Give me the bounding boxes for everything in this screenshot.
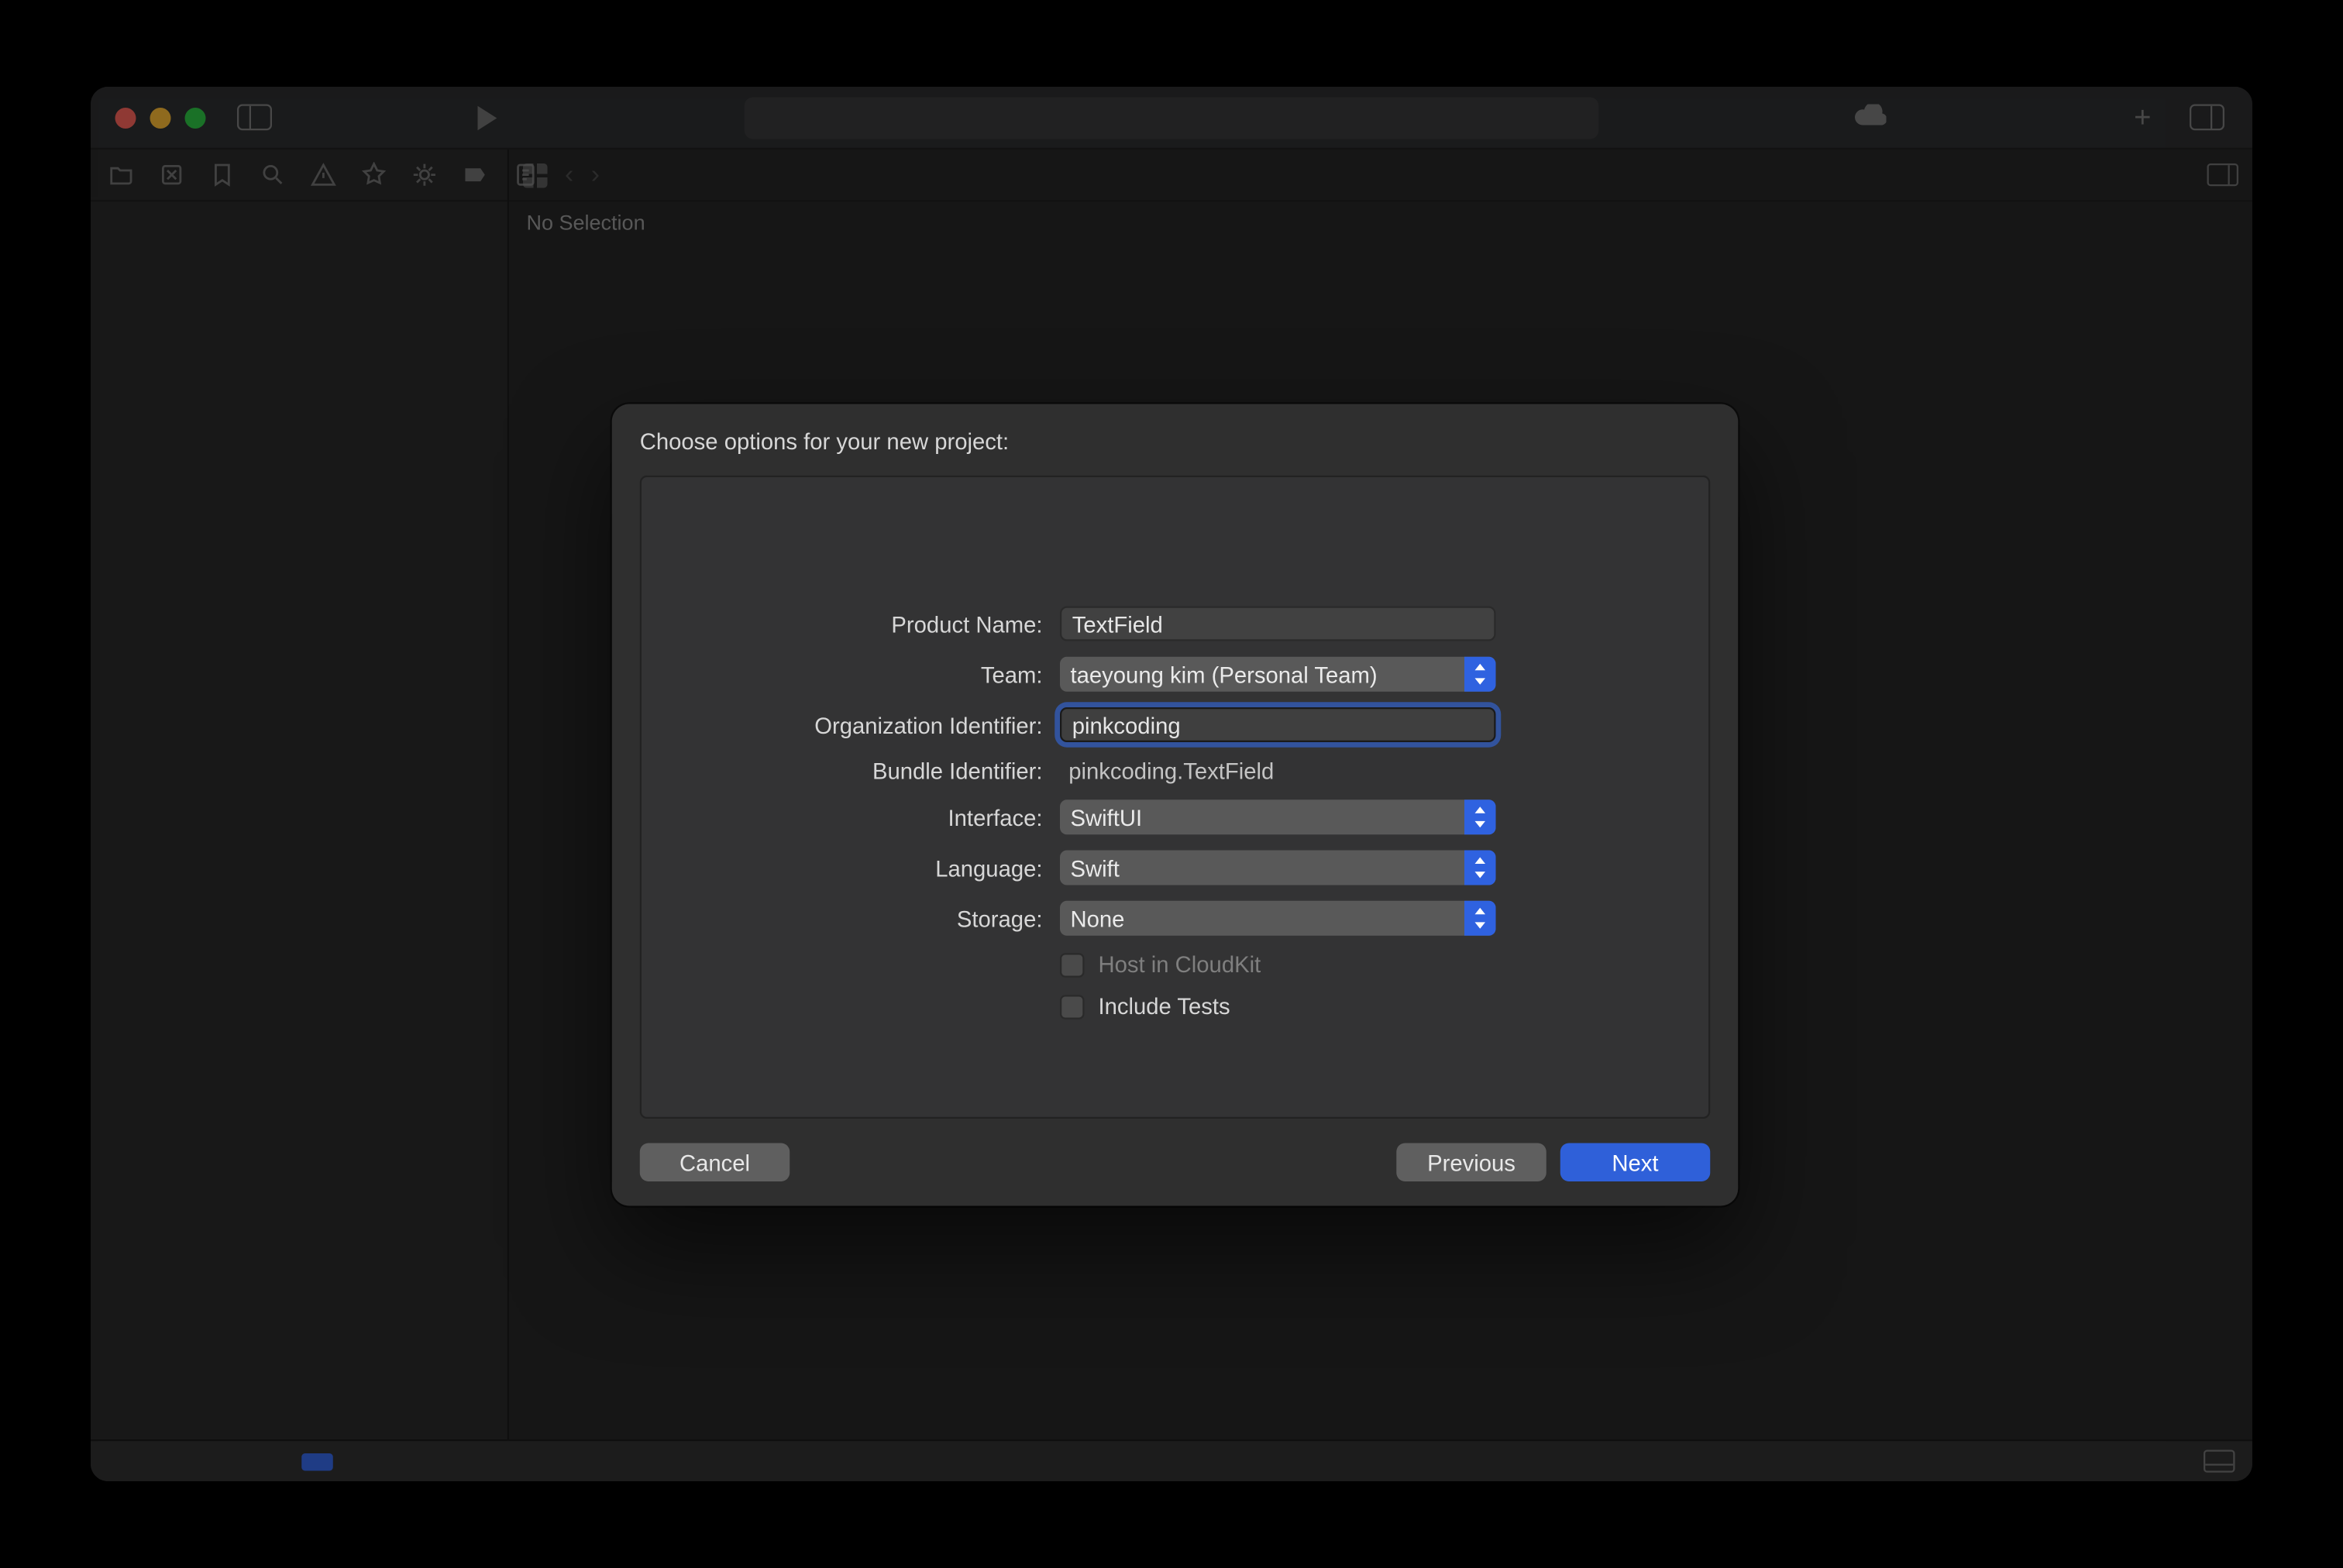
chevron-up-down-icon xyxy=(1464,657,1496,692)
cloudkit-checkbox xyxy=(1060,952,1085,977)
library-add-icon[interactable]: + xyxy=(2134,100,2151,135)
product-name-input[interactable]: TextField xyxy=(1060,607,1496,641)
new-project-options-sheet: Choose options for your new project: Pro… xyxy=(612,404,1739,1206)
team-select[interactable]: taeyoung kim (Personal Team) xyxy=(1060,657,1496,692)
bookmark-navigator-icon[interactable] xyxy=(209,162,236,188)
chevron-up-down-icon xyxy=(1464,799,1496,834)
product-name-value: TextField xyxy=(1072,610,1163,637)
close-icon[interactable] xyxy=(115,107,136,128)
next-button[interactable]: Next xyxy=(1560,1143,1711,1182)
sheet-form-area: Product Name: TextField Team: taeyoung k… xyxy=(640,476,1711,1119)
issue-navigator-icon[interactable] xyxy=(311,162,337,188)
team-label: Team: xyxy=(642,661,1043,687)
language-select[interactable]: Swift xyxy=(1060,851,1496,885)
jump-bar: ‹ › xyxy=(509,150,2252,202)
org-id-input[interactable]: pinkcoding xyxy=(1060,707,1496,742)
include-tests-checkbox-row[interactable]: Include Tests xyxy=(1060,993,1496,1020)
storage-select[interactable]: None xyxy=(1060,901,1496,936)
project-navigator-icon[interactable] xyxy=(108,162,135,188)
selection-bar: No Selection xyxy=(509,202,2252,244)
team-value: taeyoung kim (Personal Team) xyxy=(1071,661,1378,687)
interface-select[interactable]: SwiftUI xyxy=(1060,799,1496,834)
status-bar xyxy=(91,1439,2252,1481)
storage-label: Storage: xyxy=(642,905,1043,931)
breakpoint-navigator-icon[interactable] xyxy=(462,162,488,188)
cloudkit-label: Host in CloudKit xyxy=(1099,951,1261,978)
chevron-up-down-icon xyxy=(1464,901,1496,936)
include-tests-checkbox[interactable] xyxy=(1060,994,1085,1019)
bundle-id-label: Bundle Identifier: xyxy=(642,758,1043,784)
interface-label: Interface: xyxy=(642,804,1043,830)
chevron-up-down-icon xyxy=(1464,851,1496,885)
related-items-icon[interactable] xyxy=(523,163,548,187)
org-id-value: pinkcoding xyxy=(1072,712,1181,738)
go-forward-icon[interactable]: › xyxy=(591,160,600,190)
org-id-label: Organization Identifier: xyxy=(642,712,1043,738)
bundle-id-value: pinkcoding.TextField xyxy=(1060,758,1496,784)
filter-bar[interactable] xyxy=(108,1453,527,1470)
filter-icon xyxy=(301,1453,333,1470)
minimize-icon[interactable] xyxy=(150,107,171,128)
sheet-footer: Cancel Previous Next xyxy=(640,1119,1711,1181)
toggle-inspectors-icon[interactable] xyxy=(2190,105,2224,131)
include-tests-label: Include Tests xyxy=(1099,993,1230,1020)
no-selection-label: No Selection xyxy=(527,211,645,236)
navigator-tabs xyxy=(91,150,507,202)
activity-status-bar[interactable] xyxy=(745,96,1599,138)
language-label: Language: xyxy=(642,854,1043,881)
language-value: Swift xyxy=(1071,854,1120,881)
cloud-status-icon xyxy=(1855,102,1887,132)
cancel-button[interactable]: Cancel xyxy=(640,1143,790,1182)
source-control-navigator-icon[interactable] xyxy=(159,162,185,188)
test-navigator-icon[interactable] xyxy=(361,162,387,188)
zoom-icon[interactable] xyxy=(185,107,206,128)
sheet-title: Choose options for your new project: xyxy=(640,428,1711,455)
navigator-sidebar xyxy=(91,150,509,1439)
run-button-icon[interactable] xyxy=(478,105,497,130)
debug-navigator-icon[interactable] xyxy=(411,162,438,188)
product-name-label: Product Name: xyxy=(642,610,1043,637)
toggle-navigator-icon[interactable] xyxy=(237,105,272,131)
editor-options-icon[interactable] xyxy=(2207,163,2239,186)
storage-value: None xyxy=(1071,905,1125,931)
titlebar: + xyxy=(91,87,2252,150)
interface-value: SwiftUI xyxy=(1071,804,1143,830)
find-navigator-icon[interactable] xyxy=(260,162,286,188)
traffic-lights xyxy=(91,107,206,128)
cloudkit-checkbox-row: Host in CloudKit xyxy=(1060,951,1496,978)
go-back-icon[interactable]: ‹ xyxy=(565,160,573,190)
previous-button[interactable]: Previous xyxy=(1396,1143,1547,1182)
toggle-debug-area-icon[interactable] xyxy=(2204,1450,2235,1473)
